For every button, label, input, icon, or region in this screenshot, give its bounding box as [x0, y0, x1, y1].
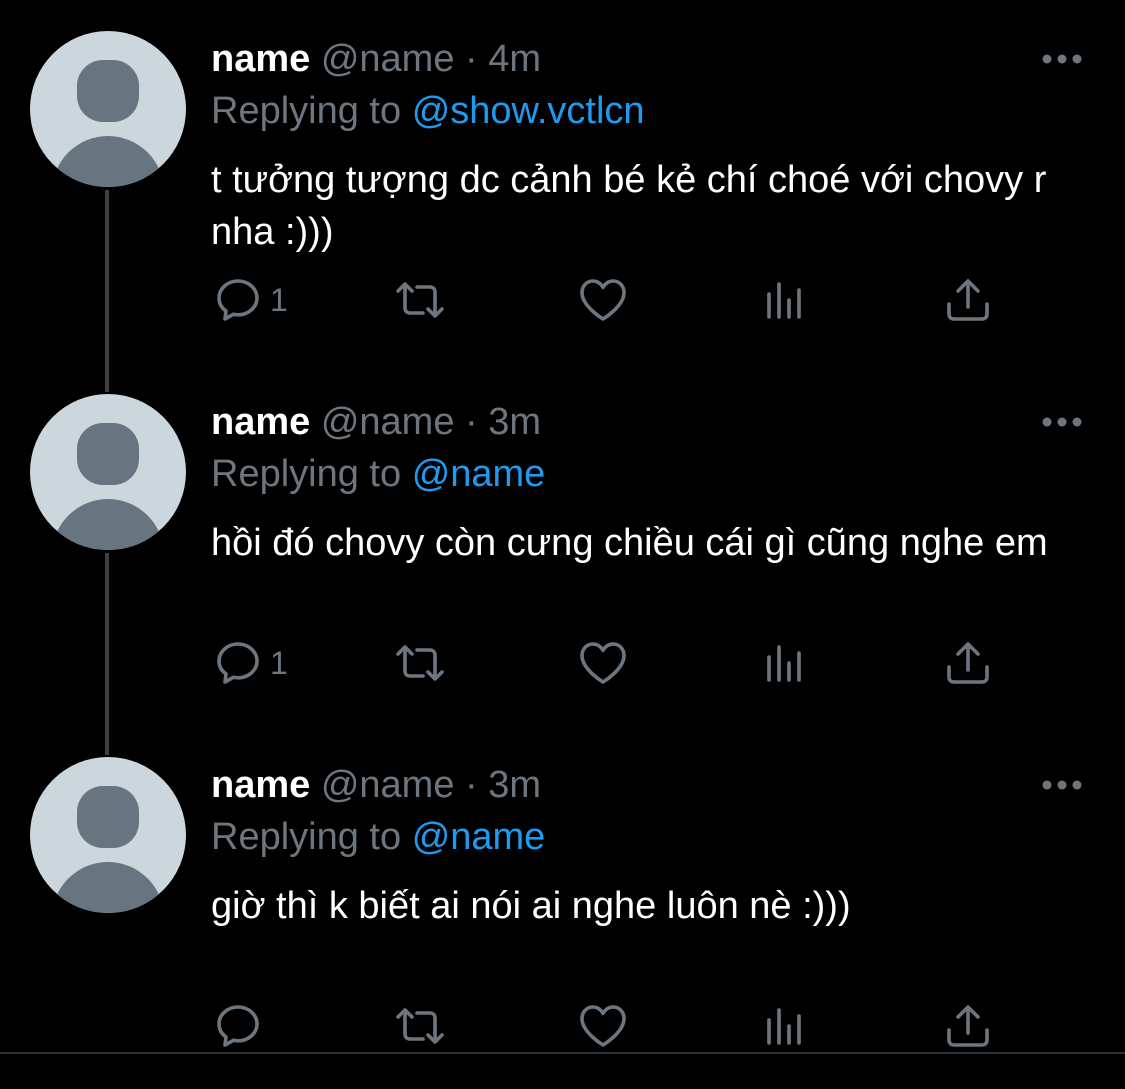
- like-button[interactable]: [578, 996, 628, 1056]
- display-name[interactable]: name: [211, 38, 310, 80]
- reply-icon: [217, 1005, 259, 1047]
- separator-dot: ·: [465, 764, 478, 806]
- more-options-button[interactable]: [1040, 772, 1084, 798]
- tweet-actions: 1: [0, 633, 1125, 693]
- avatar-head-shape: [77, 60, 139, 122]
- like-button[interactable]: [578, 270, 628, 330]
- analytics-icon: [767, 1008, 801, 1045]
- timestamp[interactable]: 3m: [488, 764, 541, 806]
- reply-icon: [217, 642, 259, 684]
- avatar-head-shape: [77, 423, 139, 485]
- divider: [0, 1052, 1125, 1054]
- user-handle[interactable]: @name: [321, 401, 455, 443]
- tweet[interactable]: name @name · 3m Replying to @name hồi đó…: [0, 363, 1125, 726]
- heart-icon: [580, 1005, 626, 1047]
- replying-to-label: Replying to: [211, 90, 402, 132]
- display-name[interactable]: name: [211, 401, 310, 443]
- more-icon: [1042, 54, 1082, 64]
- tweet-actions: [0, 996, 1125, 1056]
- analytics-button[interactable]: [764, 270, 808, 330]
- reply-button[interactable]: [214, 996, 270, 1056]
- avatar[interactable]: [30, 394, 186, 550]
- replying-to-line: Replying to @name: [211, 451, 545, 497]
- avatar-body-shape: [52, 862, 164, 913]
- separator-dot: ·: [465, 38, 478, 80]
- retweet-button[interactable]: [392, 633, 448, 693]
- more-icon: [1042, 417, 1082, 427]
- retweet-icon: [396, 282, 444, 318]
- retweet-button[interactable]: [392, 270, 448, 330]
- reply-button[interactable]: 1: [214, 633, 288, 693]
- replying-to-label: Replying to: [211, 816, 402, 858]
- reply-count: 1: [270, 281, 288, 318]
- retweet-icon: [396, 645, 444, 681]
- share-icon: [947, 1005, 989, 1047]
- tweet-header: name @name · 4m: [211, 36, 541, 82]
- retweet-button[interactable]: [392, 996, 448, 1056]
- share-button[interactable]: [944, 633, 992, 693]
- tweet-header: name @name · 3m: [211, 399, 541, 445]
- tweet[interactable]: name @name · 3m Replying to @name giờ th…: [0, 726, 1125, 1089]
- tweet-header: name @name · 3m: [211, 762, 541, 808]
- avatar[interactable]: [30, 757, 186, 913]
- heart-icon: [580, 279, 626, 321]
- avatar-body-shape: [52, 136, 164, 187]
- more-options-button[interactable]: [1040, 409, 1084, 435]
- timestamp[interactable]: 4m: [488, 38, 541, 80]
- replying-to-mention[interactable]: @name: [412, 453, 546, 495]
- replying-to-label: Replying to: [211, 453, 402, 495]
- timestamp[interactable]: 3m: [488, 401, 541, 443]
- heart-icon: [580, 642, 626, 684]
- conversation-thread: name @name · 4m Replying to @show.vctlcn…: [0, 0, 1125, 1058]
- like-button[interactable]: [578, 633, 628, 693]
- tweet-text: t tưởng tượng dc cảnh bé kẻ chí choé với…: [211, 159, 1047, 253]
- share-button[interactable]: [944, 996, 992, 1056]
- reply-button[interactable]: 1: [214, 270, 288, 330]
- replying-to-mention[interactable]: @show.vctlcn: [412, 90, 645, 132]
- share-icon: [947, 642, 989, 684]
- avatar-body-shape: [52, 499, 164, 550]
- analytics-button[interactable]: [764, 633, 808, 693]
- avatar-head-shape: [77, 786, 139, 848]
- share-icon: [947, 279, 989, 321]
- tweet-actions: 1: [0, 270, 1125, 330]
- user-handle[interactable]: @name: [321, 764, 455, 806]
- more-icon: [1042, 780, 1082, 790]
- reply-icon: [217, 279, 259, 321]
- replying-to-line: Replying to @show.vctlcn: [211, 88, 645, 134]
- reply-count: 1: [270, 644, 288, 681]
- analytics-icon: [767, 282, 801, 319]
- analytics-icon: [767, 645, 801, 682]
- tweet-text: hồi đó chovy còn cưng chiều cái gì cũng …: [211, 522, 1048, 564]
- replying-to-mention[interactable]: @name: [412, 816, 546, 858]
- tweet-text: giờ thì k biết ai nói ai nghe luôn nè :)…: [211, 885, 851, 927]
- tweet[interactable]: name @name · 4m Replying to @show.vctlcn…: [0, 0, 1125, 363]
- separator-dot: ·: [465, 401, 478, 443]
- avatar[interactable]: [30, 31, 186, 187]
- display-name[interactable]: name: [211, 764, 310, 806]
- more-options-button[interactable]: [1040, 46, 1084, 72]
- user-handle[interactable]: @name: [321, 38, 455, 80]
- retweet-icon: [396, 1008, 444, 1044]
- replying-to-line: Replying to @name: [211, 814, 545, 860]
- share-button[interactable]: [944, 270, 992, 330]
- analytics-button[interactable]: [764, 996, 808, 1056]
